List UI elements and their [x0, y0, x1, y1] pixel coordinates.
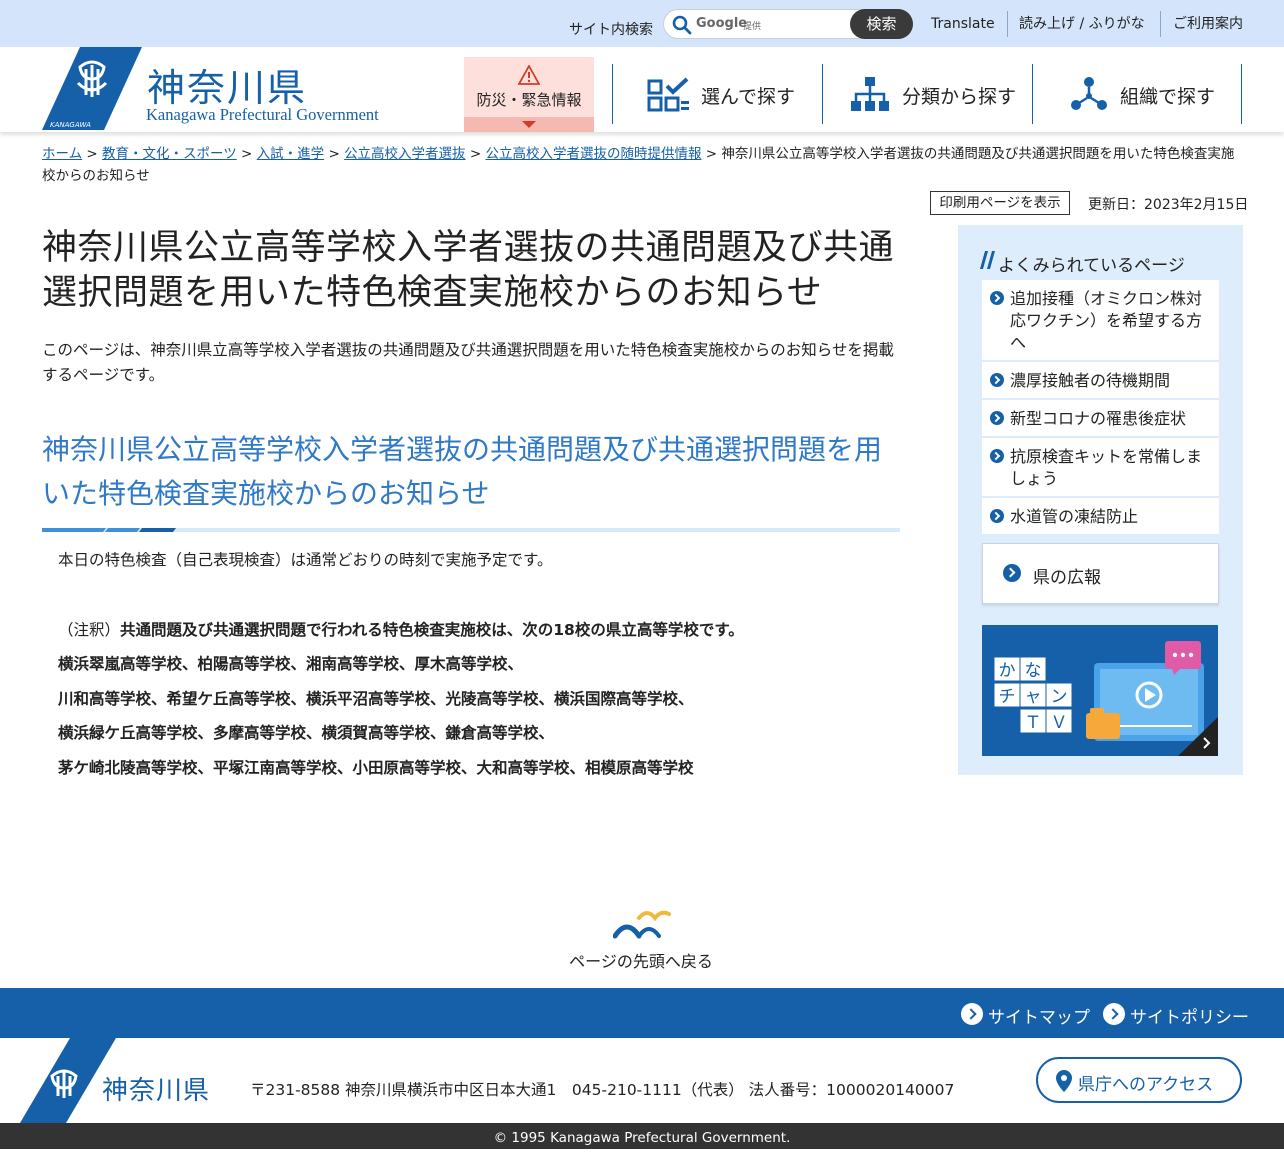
nav-label: 組織で探す — [1120, 86, 1216, 108]
school-list-line: 茅ケ崎北陵高等学校、平塚江南高等学校、小田原高等学校、大和高等学校、相模原高等学… — [58, 759, 694, 777]
popular-item[interactable]: 追加接種（オミクロン株対応ワクチン）を希望する方へ — [982, 280, 1219, 360]
checklist-icon — [647, 77, 689, 112]
page-intro: このページは、神奈川県立高等学校入学者選抜の共通問題及び共通選択問題を用いた特色… — [42, 341, 894, 384]
chevron-circle-icon — [1003, 564, 1021, 582]
updated-date: 更新日：2023年2月15日 — [1088, 197, 1249, 213]
nav-label: 選んで探す — [701, 86, 796, 108]
note-paragraph: （注釈）共通問題及び共通選択問題で行われる特色検査実施校は、次の18校の県立高等… — [58, 621, 744, 639]
nav-category-search[interactable]: 分類から探す — [823, 64, 1033, 124]
logo-text-en[interactable]: Kanagawa Prefectural Government — [146, 105, 379, 125]
google-logo: Google — [696, 16, 748, 31]
site-search-label: サイト内検索 — [569, 22, 653, 38]
top-utility-bar: サイト内検索 Google 提供 検索 Translate 読み上げ / ふりが… — [0, 0, 1284, 47]
map-pin-icon — [1056, 1070, 1072, 1092]
popular-item[interactable]: 新型コロナの罹患後症状 — [982, 400, 1219, 436]
breadcrumb-link[interactable]: 公立高校入学者選抜 — [344, 146, 466, 162]
prefecture-pr-link[interactable]: 県の広報 — [982, 543, 1219, 604]
nav-label: 分類から探す — [902, 86, 1017, 108]
site-header: KANAGAWA 神奈川県 Kanagawa Prefectural Gover… — [0, 47, 1284, 132]
hierarchy-icon — [851, 77, 889, 111]
sidebar-title: よくみられているページ — [998, 256, 1185, 276]
nav-organization-search[interactable]: 組織で探す — [1033, 64, 1242, 124]
chevron-circle-icon — [990, 509, 1004, 523]
divider — [1160, 11, 1161, 37]
kanachan-tv-illustration: か な チ ャ ン Ｔ Ｖ — [982, 625, 1218, 756]
site-policy-link[interactable]: サイトポリシー — [1130, 1003, 1249, 1028]
search-icon — [672, 15, 692, 39]
svg-text:Ｔ: Ｔ — [1025, 713, 1042, 733]
notice-text: 本日の特色検査（自己表現検査）は通常どおりの時刻で実施予定です。 — [58, 551, 553, 569]
breadcrumb-link[interactable]: ホーム — [42, 146, 82, 162]
organization-icon — [1071, 77, 1107, 110]
breadcrumb-link[interactable]: 入試・進学 — [257, 146, 325, 162]
chevron-circle-icon — [961, 1003, 983, 1025]
svg-text:KANAGAWA: KANAGAWA — [26, 1114, 67, 1122]
svg-text:ャ: ャ — [1025, 687, 1042, 707]
svg-text:ン: ン — [1051, 687, 1068, 707]
popular-item[interactable]: 濃厚接触者の待機期間 — [982, 362, 1219, 398]
search-button[interactable]: 検索 — [850, 9, 913, 39]
popular-list: 追加接種（オミクロン株対応ワクチン）を希望する方へ 濃厚接触者の待機期間 新型コ… — [982, 280, 1219, 536]
popular-item[interactable]: 抗原検査キットを常備しましょう — [982, 438, 1219, 496]
slash-decoration-icon — [980, 251, 995, 269]
breadcrumb-link[interactable]: 公立高校入学者選抜の随時提供情報 — [485, 146, 701, 162]
breadcrumb: ホーム > 教育・文化・スポーツ > 入試・進学 > 公立高校入学者選抜 > 公… — [42, 146, 1235, 184]
copyright: © 1995 Kanagawa Prefectural Government. — [0, 1123, 1284, 1149]
readaloud-link[interactable]: 読み上げ / ふりがな — [1019, 12, 1145, 36]
svg-text:Ｖ: Ｖ — [1051, 713, 1068, 733]
kanagawa-logo-mark[interactable]: KANAGAWA — [42, 47, 142, 130]
footer-logo-text: 神奈川県 — [102, 1076, 211, 1106]
chevron-circle-icon — [990, 291, 1004, 305]
school-list-line: 横浜翠嵐高等学校、柏陽高等学校、湘南高等学校、厚木高等学校、 — [58, 655, 524, 673]
google-provided-label: 提供 — [743, 22, 762, 32]
school-list-line: 川和高等学校、希望ケ丘高等学校、横浜平沼高等学校、光陵高等学校、横浜国際高等学校… — [58, 690, 694, 708]
back-to-top-label: ページの先頭へ戻る — [569, 952, 713, 971]
svg-text:KANAGAWA: KANAGAWA — [50, 121, 91, 129]
popular-item[interactable]: 水道管の凍結防止 — [982, 498, 1219, 534]
svg-text:か: か — [999, 661, 1016, 681]
warning-icon — [518, 65, 540, 85]
back-to-top-link[interactable]: ページの先頭へ戻る — [541, 900, 741, 972]
logo-text-jp[interactable]: 神奈川県 — [147, 57, 307, 112]
breadcrumb-link[interactable]: 教育・文化・スポーツ — [102, 146, 237, 162]
footer-address: 〒231-8588 神奈川県横浜市中区日本大通1 045-210-1111（代表… — [250, 1081, 955, 1099]
caret-down-icon — [522, 121, 536, 128]
chevron-circle-icon — [990, 449, 1004, 463]
print-page-button[interactable]: 印刷用ページを表示 — [930, 191, 1070, 215]
kanachan-tv-banner[interactable]: か な チ ャ ン Ｔ Ｖ — [982, 625, 1218, 756]
svg-text:な: な — [1025, 661, 1042, 681]
translate-link[interactable]: Translate — [931, 12, 995, 36]
access-button[interactable]: 県庁へのアクセス — [1036, 1057, 1242, 1103]
nav-select-search[interactable]: 選んで探す — [613, 64, 823, 124]
bousai-label: 防災・緊急情報 — [476, 91, 582, 109]
seagull-icon — [613, 910, 671, 939]
chevron-circle-icon — [1103, 1003, 1125, 1025]
heading-underline — [42, 518, 900, 532]
chevron-circle-icon — [990, 373, 1004, 387]
bousai-emergency-button[interactable]: 防災・緊急情報 — [464, 57, 594, 132]
koho-label: 県の広報 — [1033, 568, 1101, 588]
footer-link-bar: サイトマップ サイトポリシー — [0, 988, 1284, 1038]
sitemap-link[interactable]: サイトマップ — [988, 1003, 1090, 1028]
svg-text:チ: チ — [999, 687, 1016, 707]
divider — [1007, 11, 1008, 37]
page-title: 神奈川県公立高等学校入学者選抜の共通問題及び共通選択問題を用いた特色検査実施校か… — [42, 228, 895, 313]
section-heading: 神奈川県公立高等学校入学者選抜の共通問題及び共通選択問題を用いた特色検査実施校か… — [42, 433, 883, 510]
access-label: 県庁へのアクセス — [1078, 1075, 1214, 1095]
chevron-circle-icon — [990, 411, 1004, 425]
school-list-line: 横浜緑ケ丘高等学校、多摩高等学校、横須賀高等学校、鎌倉高等学校、 — [58, 724, 555, 742]
guide-link[interactable]: ご利用案内 — [1173, 12, 1243, 36]
